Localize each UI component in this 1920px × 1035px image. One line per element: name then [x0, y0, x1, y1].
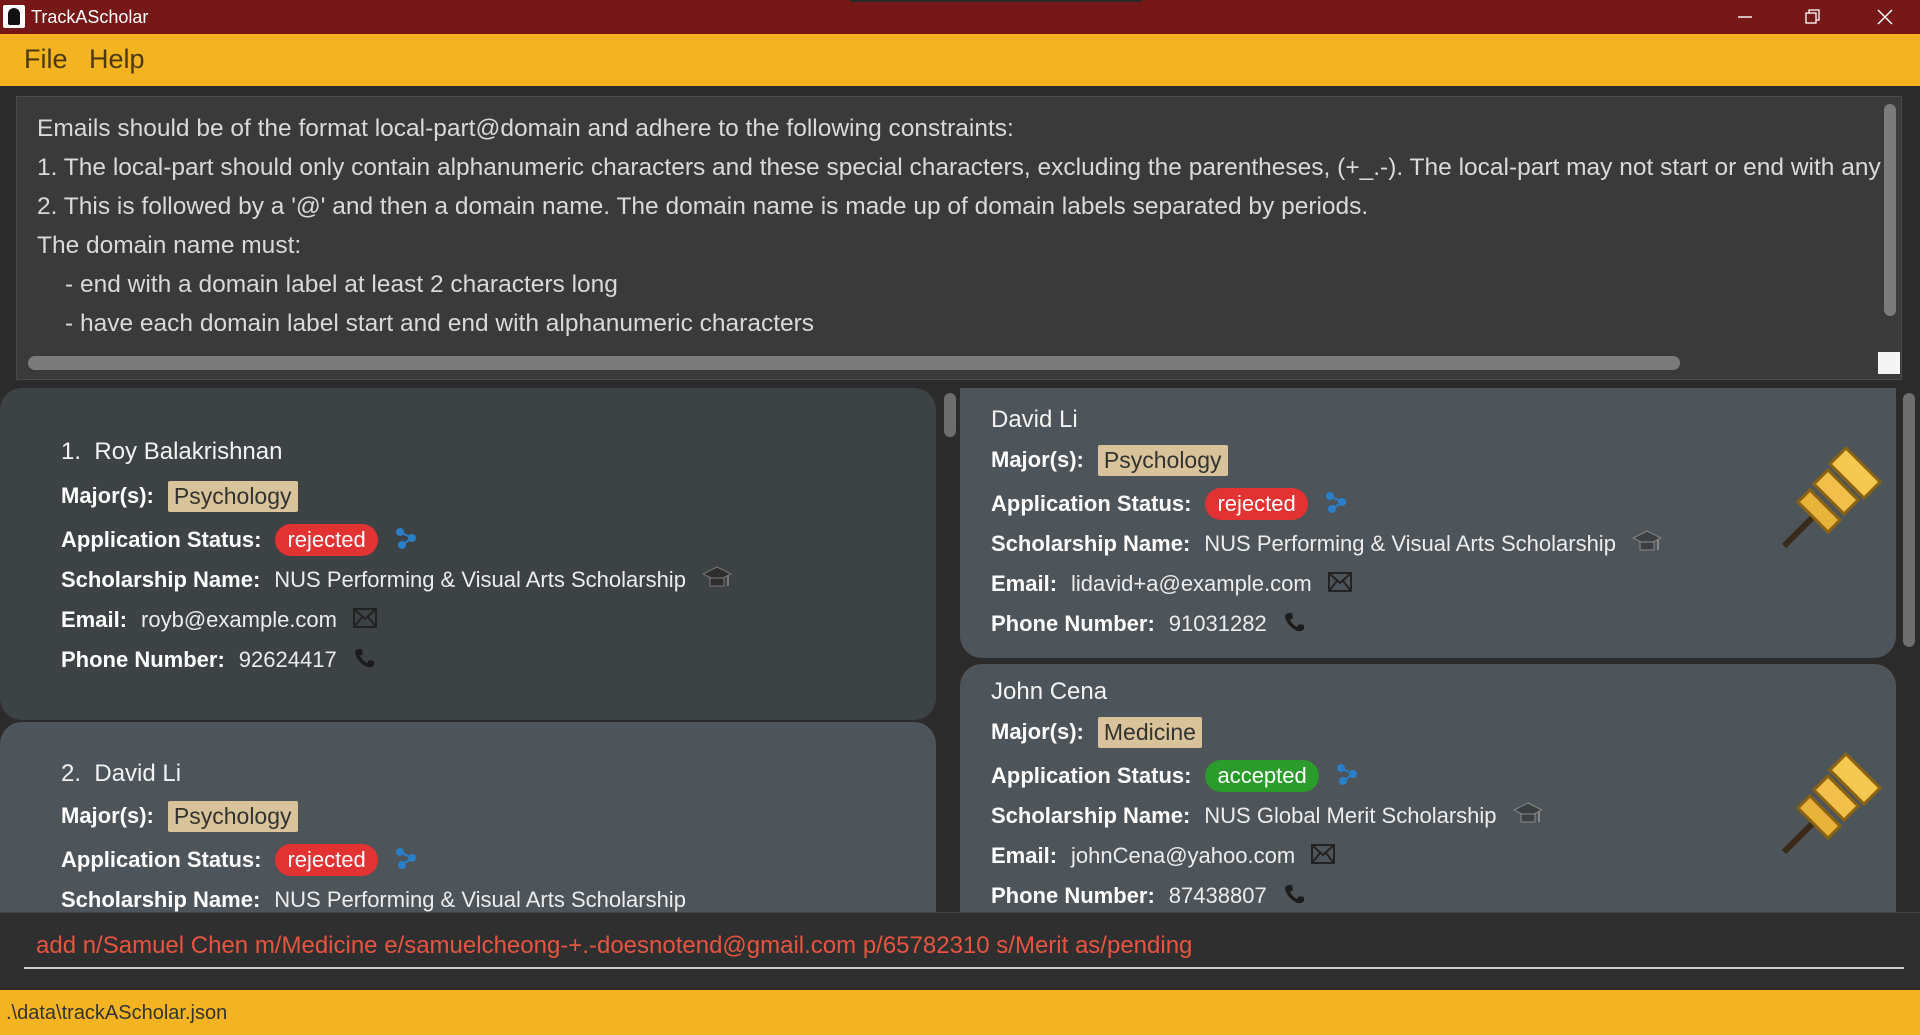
result-line: The domain name must: [37, 232, 302, 259]
title-bar: TrackAScholar [0, 0, 1920, 34]
list-scrollbar[interactable] [944, 393, 956, 437]
phone-value: 92624417 [238, 647, 337, 672]
graduation-cap-icon [1631, 528, 1663, 561]
scholarship-row: Scholarship Name: NUS Performing & Visua… [991, 526, 1663, 562]
status-badge: rejected [1205, 488, 1308, 520]
phone-value: 87438807 [1168, 883, 1267, 908]
status-row: Application Status: rejected [61, 842, 418, 878]
envelope-icon [1327, 571, 1352, 597]
envelope-icon [353, 607, 377, 633]
major-row: Major(s): Psychology [991, 442, 1228, 478]
phone-row: Phone Number: 87438807 [991, 878, 1305, 912]
applicant-list[interactable]: 1. Roy Balakrishnan Major(s): Psychology… [0, 388, 940, 912]
close-icon [1877, 9, 1893, 25]
phone-icon [1283, 883, 1305, 910]
email-value: johnCena@yahoo.com [1071, 843, 1296, 868]
menu-bar: File Help [0, 34, 1920, 86]
status-row: Application Status: rejected [991, 486, 1348, 522]
email-row: Email: royb@example.com [61, 602, 377, 638]
applicant-name: John Cena [991, 678, 1108, 705]
major-tag: Psychology [1097, 444, 1228, 476]
result-display[interactable]: Emails should be of the format local-par… [16, 96, 1902, 380]
status-row: Application Status: accepted [991, 758, 1359, 794]
scholarship-name: NUS Performing & Visual Arts Scholarship [274, 887, 686, 912]
phone-icon [353, 647, 375, 674]
scholarship-row: Scholarship Name: NUS Performing & Visua… [61, 562, 733, 598]
major-row: Major(s): Psychology [61, 478, 298, 514]
result-horizontal-scrollbar[interactable] [28, 356, 1680, 370]
pinned-card[interactable]: John Cena Major(s): Medicine Application… [960, 664, 1896, 912]
scholarship-row: Scholarship Name: NUS Global Merit Schol… [991, 798, 1543, 834]
applicant-name: 2. David Li [61, 760, 182, 787]
restore-icon [1805, 9, 1820, 24]
pinned-list[interactable]: David Li Major(s): Psychology Applicatio… [960, 388, 1900, 912]
email-value: lidavid+a@example.com [1071, 571, 1312, 596]
graduation-cap-icon [1512, 800, 1543, 833]
applicant-name: David Li [991, 406, 1078, 433]
result-line: - have each domain label start and end w… [65, 310, 815, 337]
major-tag: Medicine [1097, 716, 1202, 748]
status-network-icon [394, 846, 418, 875]
menu-help[interactable]: Help [89, 44, 145, 75]
major-row: Major(s): Psychology [61, 798, 298, 834]
menu-file[interactable]: File [24, 44, 68, 75]
scholarship-name: NUS Performing & Visual Arts Scholarship [274, 567, 686, 592]
graduation-cap-icon [701, 564, 733, 597]
result-line: - end with a domain label at least 2 cha… [65, 271, 618, 298]
close-button[interactable] [1850, 0, 1920, 34]
status-row: Application Status: rejected [61, 522, 418, 558]
result-vertical-scrollbar[interactable] [1884, 104, 1896, 316]
major-tag: Psychology [167, 800, 298, 832]
major-row: Major(s): Medicine [991, 714, 1202, 750]
applicant-card[interactable]: 1. Roy Balakrishnan Major(s): Psychology… [0, 388, 936, 720]
status-badge: rejected [275, 524, 378, 556]
email-value: royb@example.com [141, 607, 337, 632]
pinned-list-scrollbar[interactable] [1903, 393, 1915, 647]
status-badge: accepted [1205, 760, 1319, 792]
restore-button[interactable] [1778, 0, 1848, 34]
title-divider [850, 0, 1142, 2]
scholarship-row: Scholarship Name: NUS Performing & Visua… [61, 887, 686, 912]
phone-icon [1283, 611, 1305, 638]
result-display-panel: Emails should be of the format local-par… [0, 86, 1920, 386]
minimize-button[interactable] [1710, 0, 1780, 34]
status-bar: .\data\trackAScholar.json [0, 990, 1920, 1035]
status-badge: rejected [275, 844, 378, 876]
pinned-card[interactable]: David Li Major(s): Psychology Applicatio… [960, 388, 1896, 658]
email-row: Email: johnCena@yahoo.com [991, 838, 1336, 874]
command-input[interactable] [24, 925, 1904, 969]
major-tag: Psychology [167, 480, 298, 512]
scroll-corner [1878, 352, 1900, 374]
app-logo-icon [3, 5, 25, 28]
status-network-icon [1335, 762, 1359, 791]
applicant-name: 1. Roy Balakrishnan [61, 438, 283, 465]
window-title: TrackAScholar [31, 7, 149, 27]
pushpin-icon[interactable] [1770, 744, 1890, 864]
phone-value: 91031282 [1168, 611, 1267, 636]
result-line: 2. This is followed by a '@' and then a … [37, 193, 1369, 220]
pushpin-icon[interactable] [1770, 438, 1890, 558]
result-line: 1. The local-part should only contain al… [37, 154, 1881, 181]
status-network-icon [1324, 490, 1348, 519]
scholarship-name: NUS Global Merit Scholarship [1204, 803, 1497, 828]
applicant-card[interactable]: 2. David Li Major(s): Psychology Applica… [0, 722, 936, 912]
phone-row: Phone Number: 92624417 [61, 642, 375, 678]
minimize-icon [1738, 16, 1752, 18]
save-location: .\data\trackAScholar.json [6, 1002, 228, 1024]
scholarship-name: NUS Performing & Visual Arts Scholarship [1204, 531, 1616, 556]
email-row: Email: lidavid+a@example.com [991, 566, 1352, 602]
command-box [0, 912, 1920, 988]
envelope-icon [1311, 843, 1336, 869]
phone-row: Phone Number: 91031282 [991, 606, 1305, 642]
status-network-icon [394, 526, 418, 555]
result-line: Emails should be of the format local-par… [37, 115, 1014, 142]
